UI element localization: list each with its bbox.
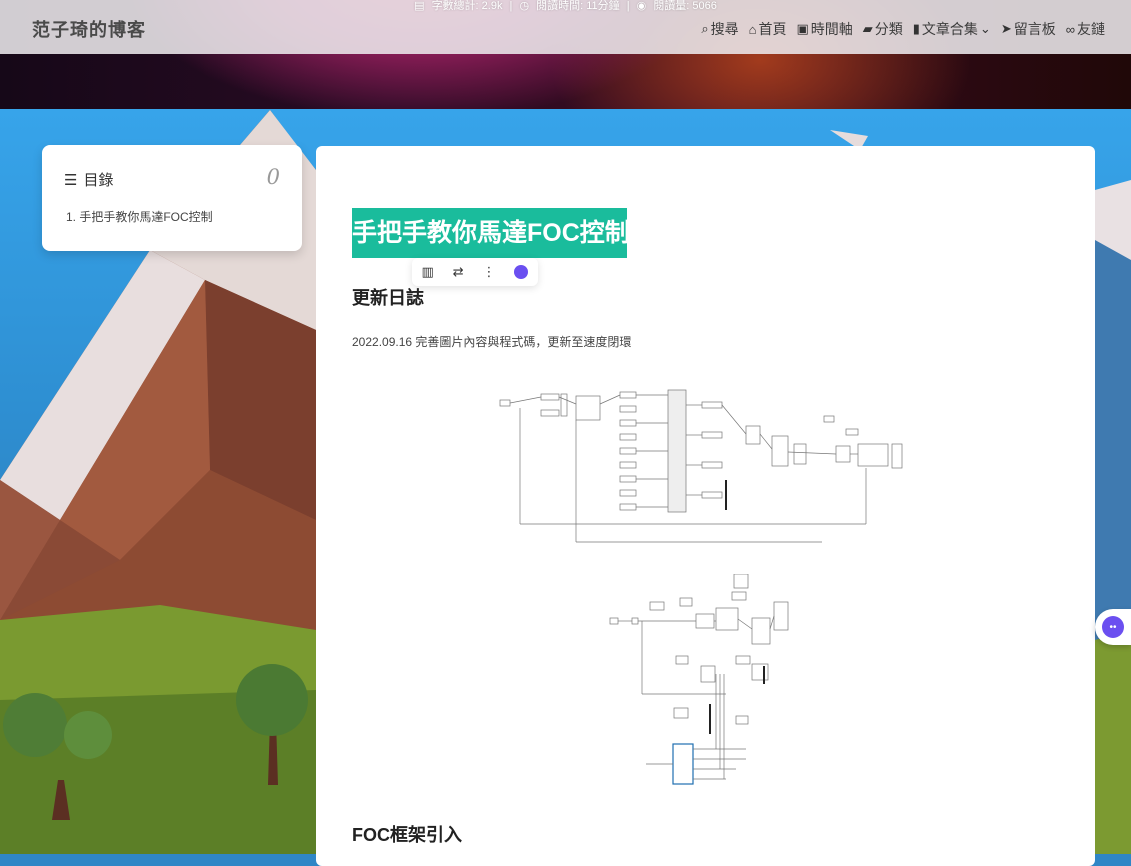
sidebar-icon[interactable]: ▥ bbox=[421, 264, 433, 280]
selection-toolbar: ▥ ⇄ ⋮ bbox=[412, 258, 538, 286]
reading-time: 閱讀時間: 11分鐘 bbox=[536, 0, 620, 12]
paper-plane-icon: ➤ bbox=[1000, 21, 1012, 36]
link-icon: ∞ bbox=[1065, 21, 1075, 37]
translate-icon[interactable]: ⇄ bbox=[453, 264, 464, 280]
nav-item-timeline[interactable]: ▣ 時間軸 bbox=[796, 19, 852, 39]
update-log-text: 2022.09.16 完善圖片內容與程式碼，更新至速度閉環 bbox=[352, 335, 632, 349]
nav-item-guestbook[interactable]: ➤ 留言板 bbox=[1001, 19, 1056, 39]
file-icon: ▤ bbox=[414, 0, 425, 12]
assistant-float-button[interactable]: •• bbox=[1095, 609, 1131, 645]
nav-item-search[interactable]: ⌕ 搜尋 bbox=[701, 19, 738, 39]
main-menu: ⌕ 搜尋 ⌂ 首頁 ▣ 時間軸 ▰ 分類 ▮ 文章合集 ⌄ ➤ 留言板 ∞ 友鏈 bbox=[701, 19, 1105, 39]
toc-progress: 0 bbox=[266, 165, 280, 189]
article-card: 手把手教你馬達FOC控制 ▥ ⇄ ⋮ 更新日誌 2022.09.16 完善圖片內… bbox=[316, 146, 1095, 866]
post-title: 手把手教你馬達FOC控制 bbox=[352, 208, 630, 258]
more-icon[interactable]: ⋮ bbox=[483, 264, 496, 280]
chevron-down-icon: ⌄ bbox=[979, 21, 991, 36]
list-icon: ☰ bbox=[64, 171, 78, 189]
eye-icon: ◉ bbox=[636, 0, 647, 12]
folder-icon: ▰ bbox=[862, 21, 873, 36]
section-heading-foc: FOC框架引入 bbox=[352, 825, 462, 845]
top-navbar: 范子琦的博客 ▤ 字數總計: 2.9k | ◷ 閱讀時間: 11分鐘 | ◉ 閱… bbox=[0, 0, 1131, 54]
clock-icon: ◷ bbox=[519, 0, 530, 12]
site-title[interactable]: 范子琦的博客 bbox=[32, 16, 146, 42]
toc-header: ☰ 目錄 bbox=[64, 171, 114, 190]
archive-icon: ▣ bbox=[796, 21, 809, 36]
home-icon: ⌂ bbox=[748, 21, 757, 37]
view-count: 閱讀量: 5066 bbox=[653, 0, 717, 12]
assistant-face-icon: •• bbox=[1102, 616, 1124, 638]
post-meta-stats: ▤ 字數總計: 2.9k | ◷ 閱讀時間: 11分鐘 | ◉ 閱讀量: 506… bbox=[414, 0, 717, 12]
nav-item-links[interactable]: ∞ 友鏈 bbox=[1066, 19, 1105, 39]
nav-item-home[interactable]: ⌂ 首頁 bbox=[749, 19, 787, 39]
simulink-diagram-2 bbox=[609, 574, 789, 785]
assistant-icon[interactable] bbox=[514, 265, 529, 279]
simulink-diagram-1 bbox=[499, 389, 903, 543]
word-count: 字數總計: 2.9k bbox=[431, 0, 503, 12]
book-icon: ▮ bbox=[912, 21, 920, 36]
search-icon: ⌕ bbox=[701, 21, 709, 36]
section-heading-update: 更新日誌 bbox=[352, 288, 424, 308]
toc-link[interactable]: 1. 手把手教你馬達FOC控制 bbox=[66, 208, 213, 225]
toc-card: ☰ 目錄 0 1. 手把手教你馬達FOC控制 bbox=[42, 145, 302, 251]
nav-item-collections[interactable]: ▮ 文章合集 ⌄ bbox=[913, 19, 991, 39]
nav-item-categories[interactable]: ▰ 分類 bbox=[863, 19, 903, 39]
